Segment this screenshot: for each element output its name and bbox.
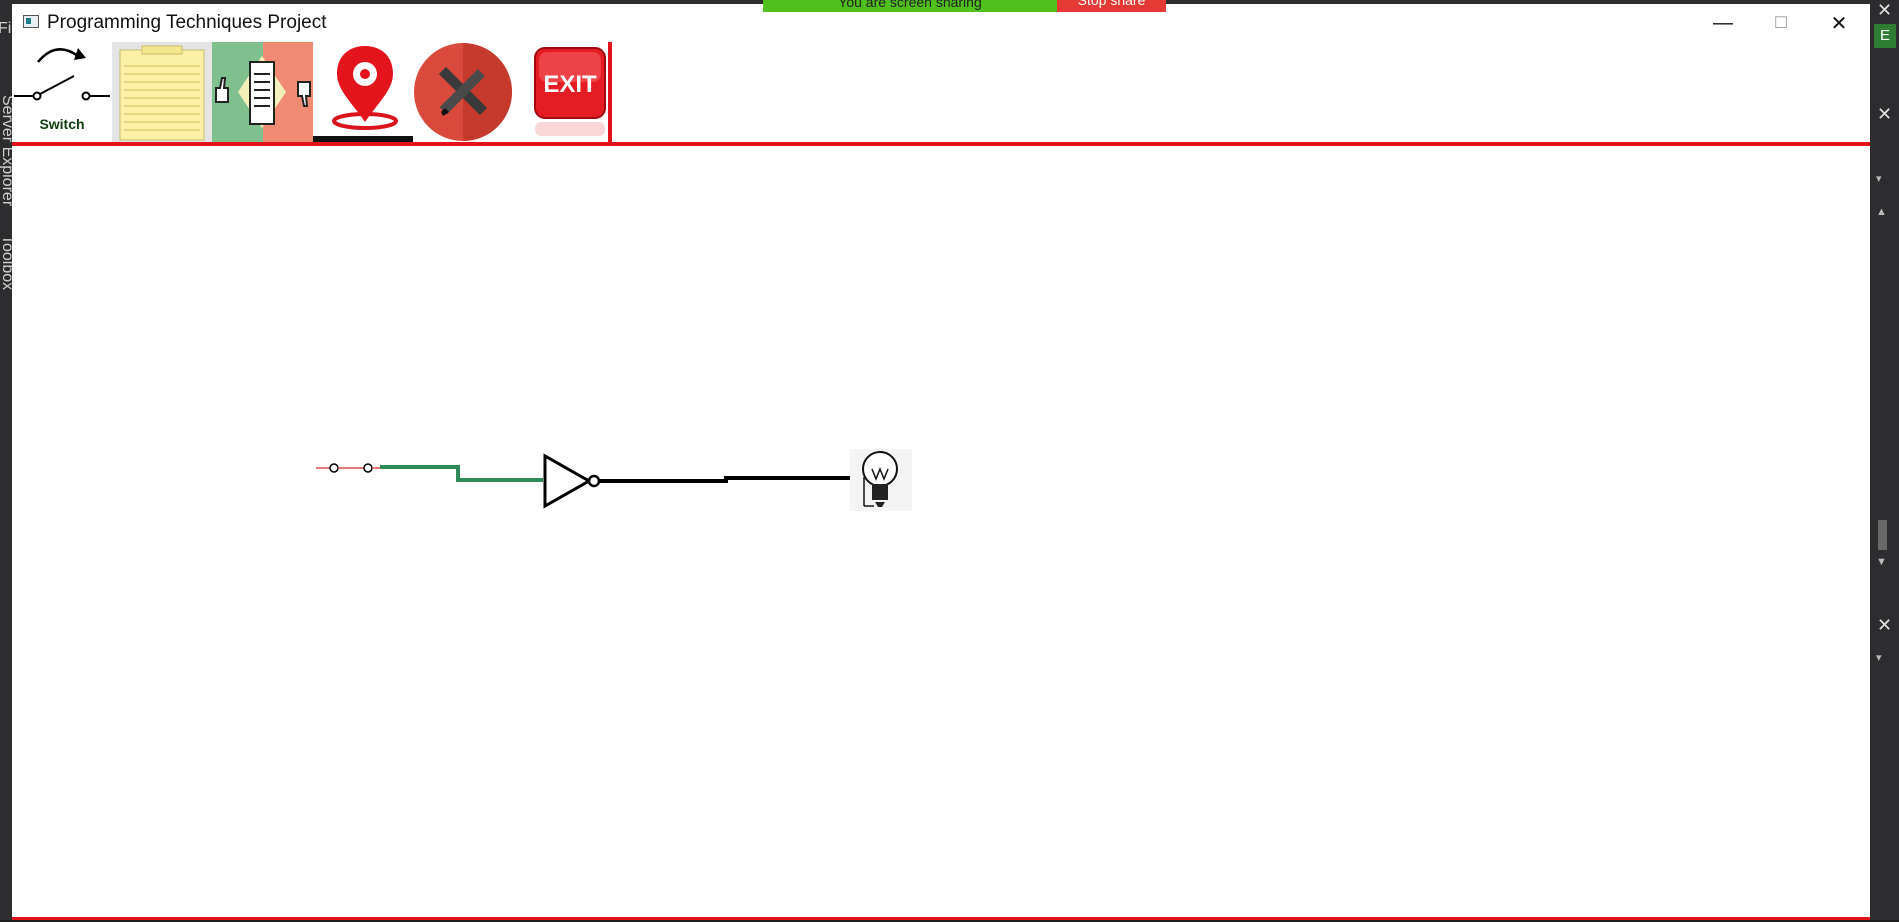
ide-dropdown2-icon[interactable]: ▾ [1876,651,1882,664]
wire-switch-to-gate[interactable] [380,465,543,482]
like-dislike-icon [212,42,313,142]
window-title: Programming Techniques Project [47,12,327,33]
notes-tool-button[interactable] [112,42,212,142]
minimize-button[interactable]: — [1694,4,1752,42]
ide-scroll-up-icon[interactable]: ▲ [1876,206,1887,218]
toolbar-divider [608,42,612,142]
bulb-icon[interactable] [850,449,912,511]
location-pin-icon [313,46,413,142]
app-icon [23,15,39,28]
circuit-drawing [316,449,912,511]
ide-dropdown-icon[interactable]: ▾ [1876,172,1882,185]
canvas-switch[interactable] [316,463,380,473]
app-window: Programming Techniques Project — ☐ ✕ Swi… [12,4,1870,920]
location-tool-button[interactable] [313,42,413,142]
ide-right-panel: ✕ E ✕ ▾ ▲ ▼ ✕ ▾ [1870,0,1899,920]
maximize-button[interactable]: ☐ [1752,4,1810,42]
wire-gate-to-bulb[interactable] [599,476,850,483]
ide-scroll-down-icon[interactable]: ▼ [1876,556,1887,568]
pencil-ruler-icon [414,43,512,141]
circuit-canvas[interactable] [12,146,1870,917]
like-dislike-tool-button[interactable] [212,42,313,142]
switch-tool-button[interactable]: Switch [12,42,112,142]
exit-sign-icon: EXIT [534,47,606,136]
minimize-icon: — [1713,11,1733,34]
stop-share-button[interactable]: Stop share [1057,0,1166,12]
ide-left-panel: Fil Server Explorer Toolbox [0,0,16,920]
notepad-icon [112,42,212,142]
exit-label: EXIT [543,71,597,98]
ide-panel-close-icon[interactable]: ✕ [1877,104,1892,125]
close-icon: ✕ [1830,12,1848,35]
toolbar: Switch EXIT [12,42,612,142]
ide-close-icon[interactable]: ✕ [1877,0,1892,21]
edit-tool-button[interactable] [413,42,513,142]
exit-tool-button[interactable]: EXIT [513,42,608,142]
ide-scrollbar-thumb[interactable] [1878,520,1887,550]
ide-panel2-close-icon[interactable]: ✕ [1877,615,1892,636]
switch-tool-label: Switch [39,116,85,132]
not-gate[interactable] [543,453,601,509]
close-button[interactable]: ✕ [1810,4,1868,42]
screen-share-message: You are screen sharing [763,0,1057,12]
ide-account-badge[interactable]: E [1874,24,1896,48]
maximize-icon: ☐ [1773,15,1789,32]
screen-share-banner: You are screen sharing Stop share [763,0,1166,12]
